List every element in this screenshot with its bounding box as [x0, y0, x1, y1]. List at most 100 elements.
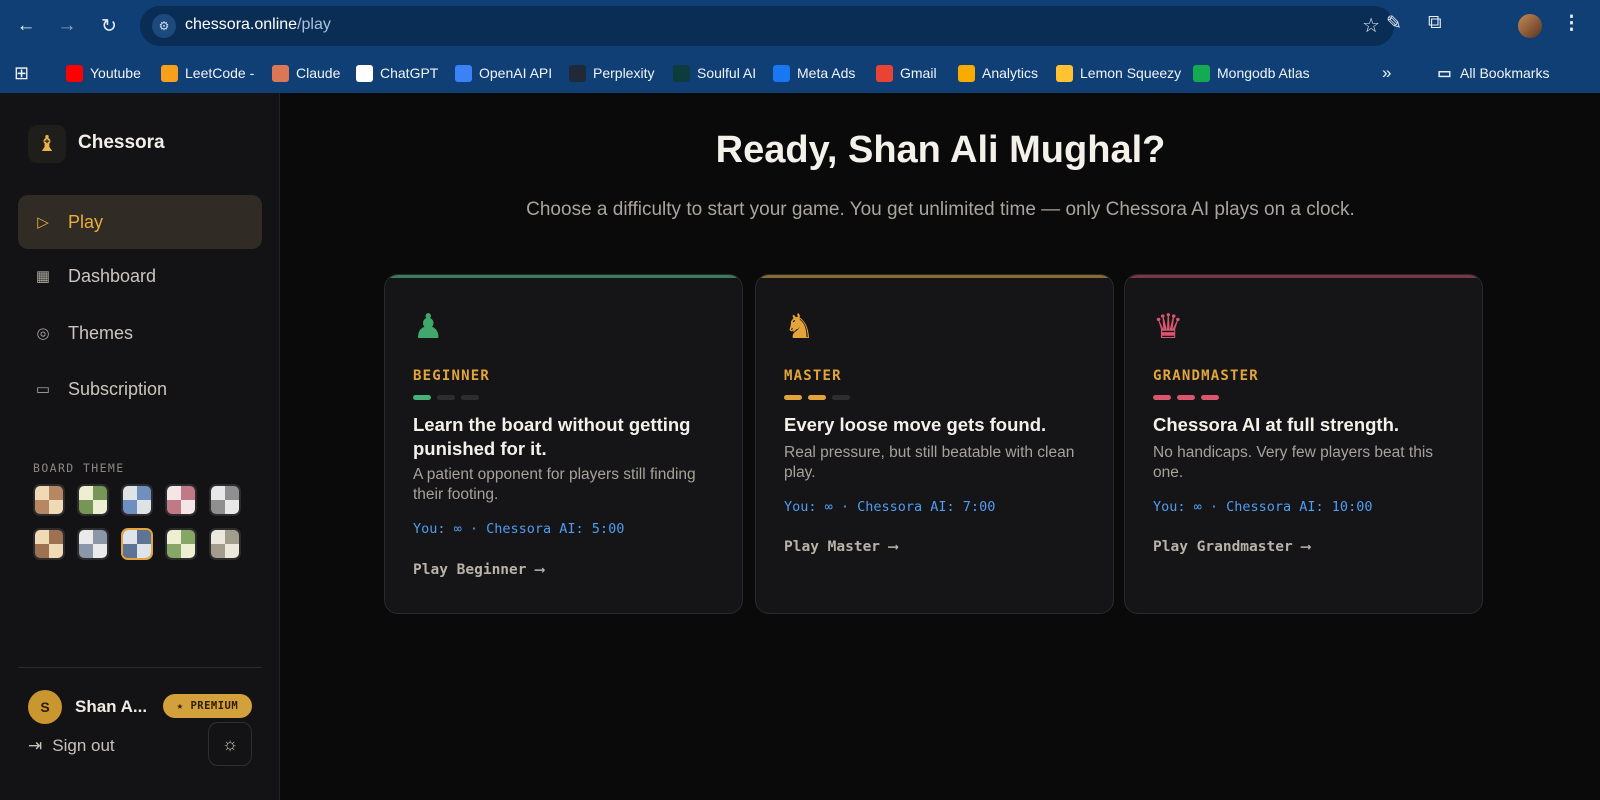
board-theme-swatch[interactable]: [209, 484, 241, 516]
main-content: Ready, Shan Ali Mughal? Choose a difficu…: [281, 93, 1600, 800]
avatar[interactable]: S: [28, 690, 62, 724]
bookmark-label: Mongodb Atlas: [1217, 65, 1310, 81]
difficulty-card-beginner[interactable]: ♟ BEGINNER Learn the board without getting…: [384, 274, 743, 614]
swatch-square: [49, 544, 63, 558]
bookmark-10[interactable]: Lemon Squeezy: [1056, 61, 1181, 85]
bookmark-7[interactable]: Meta Ads: [773, 61, 855, 85]
bookmark-2[interactable]: Claude: [272, 61, 340, 85]
bookmark-1[interactable]: LeetCode -: [161, 61, 254, 85]
difficulty-card-master[interactable]: ♞ MASTER Every loose move gets found. Real …: [755, 274, 1114, 614]
chatgpt-icon: [356, 64, 373, 82]
reload-icon[interactable]: ↻: [93, 10, 125, 42]
board-theme-swatch[interactable]: [33, 528, 65, 560]
swatch-square: [167, 530, 181, 544]
sun-icon[interactable]: ☼: [208, 722, 252, 766]
difficulty-bar: [784, 395, 802, 400]
swatch-square: [79, 530, 93, 544]
swatch-square: [49, 500, 63, 514]
board-theme-swatch[interactable]: [121, 484, 153, 516]
difficulty-card-grandmaster[interactable]: ♛ GRANDMASTER Chessora AI at full strength…: [1124, 274, 1483, 614]
bookmark-11[interactable]: Mongodb Atlas: [1193, 61, 1310, 85]
swatch-square: [211, 544, 225, 558]
bookmark-star-icon[interactable]: ☆: [1362, 13, 1380, 38]
difficulty-level: BEGINNER: [413, 368, 491, 384]
swatch-square: [137, 530, 151, 544]
swatch-square: [35, 530, 49, 544]
board-theme-swatch[interactable]: [33, 484, 65, 516]
bookmark-5[interactable]: Perplexity: [569, 61, 654, 85]
difficulty-bar: [437, 395, 455, 400]
address-bar[interactable]: ⚙ chessora.online/play ☆: [140, 6, 1394, 46]
all-bookmarks-link[interactable]: ▭ All Bookmarks: [1436, 61, 1549, 85]
play-grandmaster-button[interactable]: Play Grandmaster ⟶: [1153, 539, 1310, 555]
profile-avatar[interactable]: [1518, 14, 1542, 38]
board-theme-swatch[interactable]: [209, 528, 241, 560]
time-control: You: ∞ · Chessora AI: 5:00: [413, 521, 625, 537]
bookmark-label: Youtube: [90, 65, 141, 81]
play-icon: ▷: [37, 214, 49, 231]
card-icon: ▭: [35, 381, 51, 398]
swatch-square: [93, 530, 107, 544]
sidebar: ♝ Chessora ▷ Play ▦ Dashboard ◎ Themes ▭ Subscr…: [0, 93, 280, 800]
difficulty-level: MASTER: [784, 368, 842, 384]
eyedropper-icon[interactable]: ✎: [1386, 12, 1402, 35]
card-title: Every loose move gets found.: [784, 414, 1047, 435]
sidebar-item-label: Dashboard: [68, 265, 157, 286]
sign-out-label: Sign out: [52, 736, 115, 755]
play-master-button[interactable]: Play Master ⟶: [784, 539, 898, 555]
board-theme-swatch[interactable]: [77, 484, 109, 516]
back-arrow-icon[interactable]: ←: [10, 10, 42, 42]
bookmark-label: Soulful AI: [697, 65, 757, 81]
bookmark-4[interactable]: OpenAI API: [455, 61, 552, 85]
menu-kebab-icon[interactable]: ⋮: [1562, 12, 1581, 35]
pawn-icon: ♟: [413, 308, 444, 346]
difficulty-bar: [1201, 395, 1219, 400]
swatch-square: [49, 530, 63, 544]
chessora-logo-icon[interactable]: ♝: [28, 125, 66, 163]
bookmark-label: Lemon Squeezy: [1080, 65, 1182, 81]
claude-icon: [272, 64, 289, 82]
more-bookmarks-icon[interactable]: »: [1382, 61, 1391, 85]
forward-arrow-icon[interactable]: →: [51, 10, 83, 42]
difficulty-level: GRANDMASTER: [1153, 368, 1259, 384]
swatch-square: [137, 486, 151, 500]
board-theme-swatch[interactable]: [165, 484, 197, 516]
sidebar-item-play[interactable]: ▷ Play: [18, 195, 262, 249]
board-theme-swatch[interactable]: [77, 528, 109, 560]
play-beginner-button[interactable]: Play Beginner ⟶: [413, 562, 544, 578]
sign-out-icon: ⇥: [28, 736, 43, 755]
sidebar-item-label: Play: [68, 211, 104, 232]
time-control: You: ∞ · Chessora AI: 10:00: [1153, 499, 1373, 515]
bookmark-8[interactable]: Gmail: [876, 61, 937, 85]
brand-name[interactable]: Chessora: [78, 132, 165, 154]
site-settings-icon[interactable]: ⚙: [152, 14, 176, 38]
sidebar-item-subscription[interactable]: ▭ Subscription: [18, 362, 262, 416]
sign-out-button[interactable]: ⇥ Sign out: [28, 736, 115, 756]
user-name[interactable]: Shan A...: [75, 697, 147, 717]
all-bookmarks-label: All Bookmarks: [1460, 65, 1550, 81]
board-theme-swatch[interactable]: [121, 528, 153, 560]
sidebar-item-themes[interactable]: ◎ Themes: [18, 306, 262, 360]
bookmark-9[interactable]: Analytics: [958, 61, 1038, 85]
swatch-square: [79, 544, 93, 558]
card-title: Learn the board without getting punished…: [413, 414, 691, 459]
swatch-square: [225, 544, 239, 558]
swatch-square: [123, 530, 137, 544]
swatch-square: [79, 486, 93, 500]
url-text[interactable]: chessora.online/play: [185, 16, 331, 34]
bookmark-label: Analytics: [982, 65, 1039, 81]
extensions-icon[interactable]: ⧉: [1428, 12, 1442, 34]
sidebar-item-dashboard[interactable]: ▦ Dashboard: [18, 249, 262, 303]
board-theme-swatch[interactable]: [165, 528, 197, 560]
swatch-square: [181, 486, 195, 500]
premium-badge: ★ PREMIUM: [163, 694, 252, 718]
bookmark-0[interactable]: Youtube: [66, 61, 141, 85]
apps-grid-icon[interactable]: ⊞: [14, 61, 29, 85]
bookmark-3[interactable]: ChatGPT: [356, 61, 438, 85]
browser-toolbar: ← → ↻ ⚙ chessora.online/play ☆ ✎ ⧉ ⋮: [0, 0, 1600, 52]
swatch-square: [93, 486, 107, 500]
perplexity-icon: [569, 64, 586, 82]
bookmark-6[interactable]: Soulful AI: [673, 61, 756, 85]
swatch-square: [49, 486, 63, 500]
swatch-square: [93, 544, 107, 558]
